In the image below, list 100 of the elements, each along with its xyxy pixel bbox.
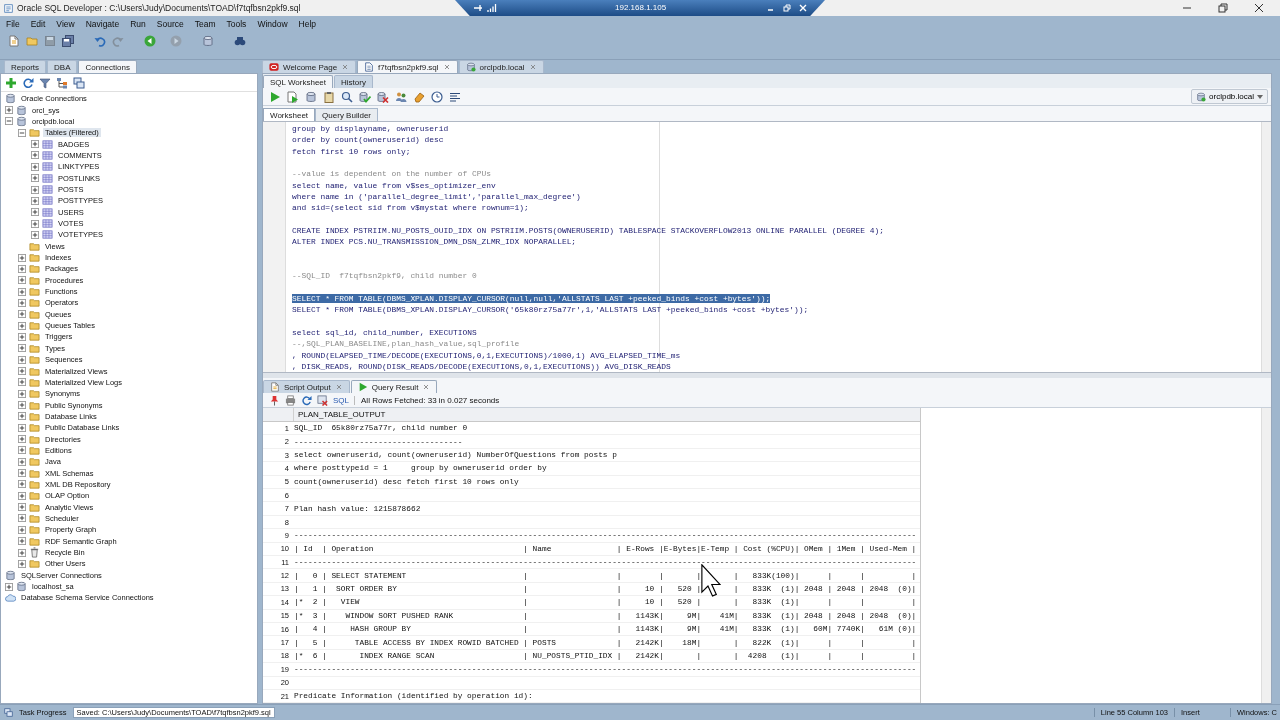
refresh-icon[interactable] xyxy=(22,76,34,89)
menu-item[interactable]: Team xyxy=(194,19,216,29)
tab[interactable]: History xyxy=(334,75,373,89)
expand-icon[interactable] xyxy=(18,264,26,273)
close-icon[interactable] xyxy=(1254,3,1264,13)
expand-icon[interactable] xyxy=(18,344,26,353)
expand-icon[interactable] xyxy=(31,151,39,160)
binoculars-icon[interactable] xyxy=(234,34,246,47)
expand-icon[interactable] xyxy=(18,491,26,500)
expand-icon[interactable] xyxy=(5,106,13,115)
expand-icon[interactable] xyxy=(31,185,39,194)
rollback-icon[interactable] xyxy=(377,90,389,103)
expand-icon[interactable] xyxy=(18,480,26,489)
clock-icon[interactable] xyxy=(431,90,443,103)
tab[interactable]: Connections xyxy=(78,60,137,74)
expand-icon[interactable] xyxy=(31,140,39,149)
run-script-icon[interactable] xyxy=(287,90,299,103)
tab[interactable]: Query Result xyxy=(350,380,438,394)
tab[interactable]: Script Output xyxy=(263,380,350,394)
menu-item[interactable]: Window xyxy=(257,19,288,29)
tab[interactable]: SQL Worksheet xyxy=(263,75,334,89)
magnifier-icon[interactable] xyxy=(341,90,353,103)
expand-icon[interactable] xyxy=(18,355,26,364)
expand-icon[interactable] xyxy=(31,196,39,205)
database-icon[interactable] xyxy=(305,90,317,103)
expand-icon[interactable] xyxy=(18,401,26,410)
printer-icon[interactable] xyxy=(285,394,296,406)
expand-icon[interactable] xyxy=(31,230,39,239)
hierarchy-icon[interactable] xyxy=(56,76,68,89)
expand-icon[interactable] xyxy=(18,423,26,432)
refresh-icon[interactable] xyxy=(301,394,312,406)
tab[interactable]: Worksheet xyxy=(263,108,316,122)
expand-icon[interactable] xyxy=(18,537,26,546)
expand-icon[interactable] xyxy=(18,469,26,478)
folder-icon xyxy=(29,467,40,479)
expand-icon[interactable] xyxy=(18,333,26,341)
pin-icon[interactable] xyxy=(473,3,483,13)
expand-icon[interactable] xyxy=(18,321,26,330)
expand-icon[interactable] xyxy=(18,298,26,307)
expand-icon[interactable] xyxy=(18,412,26,421)
filter-icon[interactable] xyxy=(39,76,51,89)
tab[interactable]: orclpdb.local xyxy=(458,60,544,74)
delete-icon[interactable] xyxy=(317,394,328,406)
sql-link[interactable]: SQL xyxy=(333,395,349,405)
run-icon[interactable] xyxy=(269,90,281,103)
folder-icon xyxy=(29,524,40,536)
windows-icon[interactable] xyxy=(73,76,85,89)
menu-item[interactable]: File xyxy=(6,19,20,29)
expand-icon[interactable] xyxy=(18,525,26,534)
database-icon xyxy=(5,93,16,105)
expand-icon[interactable] xyxy=(31,208,39,217)
expand-icon[interactable] xyxy=(18,389,26,398)
pushpin-icon[interactable] xyxy=(269,394,280,406)
expand-icon[interactable] xyxy=(5,582,13,591)
menu-item[interactable]: Run xyxy=(130,19,146,29)
menu-item[interactable]: Help xyxy=(298,19,317,29)
expand-icon[interactable] xyxy=(31,219,39,228)
add-icon[interactable] xyxy=(5,76,17,89)
menu-item[interactable]: View xyxy=(56,19,75,29)
menu-item[interactable]: Source xyxy=(156,19,184,29)
expand-icon[interactable] xyxy=(18,310,26,319)
expand-icon[interactable] xyxy=(18,378,26,387)
expand-icon[interactable] xyxy=(18,435,26,444)
restore-icon[interactable] xyxy=(1218,3,1228,13)
expand-icon[interactable] xyxy=(18,367,26,375)
expand-icon[interactable] xyxy=(18,253,26,262)
tab[interactable]: Query Builder xyxy=(315,108,378,122)
restore-icon[interactable] xyxy=(783,4,791,12)
tab[interactable]: DBA xyxy=(47,60,78,74)
back-icon[interactable] xyxy=(144,34,156,47)
expand-icon[interactable] xyxy=(18,287,26,296)
people-icon[interactable] xyxy=(395,90,407,103)
expand-icon[interactable] xyxy=(18,559,26,568)
menu-item[interactable]: Navigate xyxy=(85,19,120,29)
collapse-icon[interactable] xyxy=(18,128,26,137)
expand-icon[interactable] xyxy=(18,548,26,557)
tab[interactable]: Reports xyxy=(4,60,46,74)
clipboard-icon[interactable] xyxy=(323,90,335,103)
floppies-icon[interactable] xyxy=(62,34,74,47)
expand-icon[interactable] xyxy=(18,503,26,512)
expand-icon[interactable] xyxy=(18,514,26,523)
document-icon[interactable] xyxy=(8,34,20,47)
scrollbar[interactable] xyxy=(1261,408,1271,704)
scrollbar[interactable] xyxy=(1261,122,1271,373)
expand-icon[interactable] xyxy=(18,276,26,285)
expand-icon[interactable] xyxy=(31,162,39,171)
expand-icon[interactable] xyxy=(18,457,26,466)
expand-icon[interactable] xyxy=(31,174,39,183)
database-icon[interactable] xyxy=(202,34,214,47)
menu-item[interactable]: Edit xyxy=(30,19,46,29)
menu-item[interactable]: Tools xyxy=(226,19,247,29)
collapse-icon[interactable] xyxy=(5,117,13,126)
format-icon[interactable] xyxy=(449,90,461,103)
connection-dropdown[interactable]: orclpdb.local xyxy=(1191,89,1268,105)
undo-icon[interactable] xyxy=(94,34,106,47)
expand-icon[interactable] xyxy=(18,446,26,455)
eraser-icon[interactable] xyxy=(413,90,425,103)
tab[interactable]: f7tqfbsn2pkf9.sql xyxy=(357,60,458,74)
commit-icon[interactable] xyxy=(359,90,371,103)
tab[interactable]: Welcome Page xyxy=(262,60,357,74)
